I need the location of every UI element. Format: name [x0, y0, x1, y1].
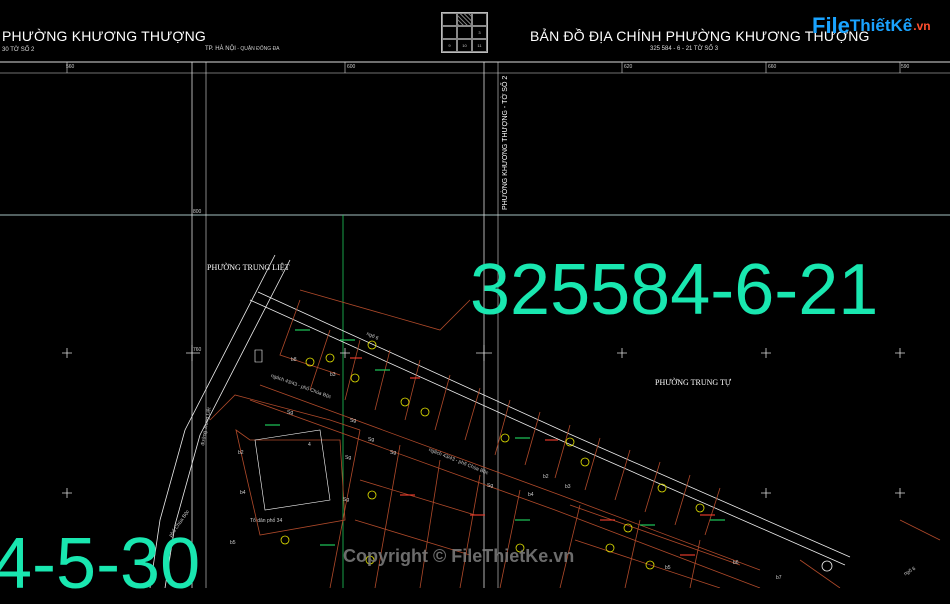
grid-label-left: 760 [193, 347, 202, 353]
parcel-label: Sg [343, 497, 350, 503]
parcel-label: Sg [345, 455, 352, 461]
grid-label-top: 660 [768, 64, 777, 70]
copyright-watermark: Copyright © FileThietKe.vn [343, 546, 575, 566]
parcel-label: b4 [240, 490, 246, 496]
parcel-label: Sg [368, 437, 375, 443]
parcel-boundaries [209, 289, 941, 588]
parcel-label: b3 [330, 372, 336, 378]
parcel-label: 4 [308, 442, 311, 448]
parcel-label: b5 [665, 565, 671, 571]
annotation-marks [265, 329, 725, 556]
parcel-label: b2 [238, 450, 244, 456]
ward-trung-liet: PHƯỜNG TRUNG LIỆT [207, 263, 290, 272]
parcel-label: Sg [390, 450, 397, 456]
parcel-label: Sg [287, 410, 294, 416]
parcel-label: Sg [350, 418, 357, 424]
ward-trung-tu: PHƯỜNG TRUNG TỰ [655, 378, 732, 387]
parcel-label: b5 [230, 540, 236, 546]
grid-label-top: 620 [624, 64, 633, 70]
parcel-label: b7 [776, 575, 782, 581]
grid-label-top: 600 [347, 64, 356, 70]
adjacent-sheet-label: PHƯỜNG KHƯƠNG THƯỢNG - TỜ SỐ 2 [502, 75, 509, 210]
building-footprint [254, 429, 331, 511]
parcel-label: b4 [528, 492, 534, 498]
manhole-symbol [821, 560, 833, 572]
sheet-code-left: 4-5-30 [0, 524, 201, 604]
grid-label-left: 800 [193, 209, 202, 215]
residential-group-label: Tổ dân phố 34 [250, 518, 283, 524]
parcel-label: b8 [291, 357, 297, 363]
parcel-label: b6 [733, 560, 739, 566]
parcel-label: b2 [543, 474, 549, 480]
parcel-label: b3 [565, 484, 571, 490]
sheet-code-right: 325584-6-21 [470, 250, 879, 330]
grid-label-top: 590 [901, 64, 910, 70]
parcel-label: Sg [487, 483, 494, 489]
building-footprint-2 [254, 349, 263, 363]
grid-label-top: 560 [66, 64, 75, 70]
